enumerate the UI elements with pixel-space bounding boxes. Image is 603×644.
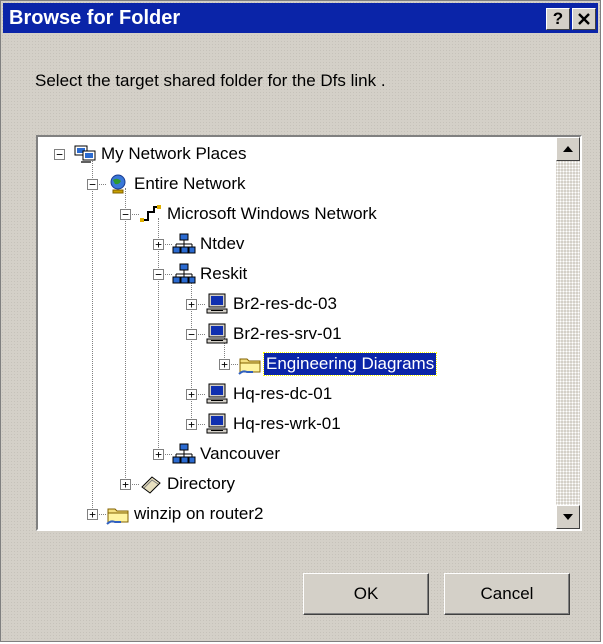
tree-item-label: Vancouver — [200, 444, 281, 463]
expand-icon[interactable]: + — [87, 509, 98, 520]
tree-item[interactable]: + Vancouver — [38, 443, 554, 471]
expand-icon[interactable]: + — [120, 479, 131, 490]
tree-item[interactable]: − Br2-res-srv-01 — [38, 323, 554, 351]
close-icon — [578, 13, 590, 25]
browse-for-folder-dialog: Browse for Folder ? Select the target sh… — [0, 0, 601, 642]
shared-folder-icon — [106, 503, 130, 525]
tree-item-label: Hq-res-wrk-01 — [233, 414, 341, 433]
down-arrow-icon — [563, 514, 573, 520]
vertical-scrollbar[interactable] — [556, 137, 580, 529]
folder-tree[interactable]: − My Network Places − Entire Network − Micros… — [36, 135, 582, 531]
expand-icon[interactable]: + — [153, 449, 164, 460]
collapse-icon[interactable]: − — [54, 149, 65, 160]
computer-icon — [205, 323, 229, 345]
network-icon — [139, 203, 163, 225]
close-button[interactable] — [572, 8, 596, 30]
tree-item[interactable]: + Engineering Diagrams — [38, 352, 554, 381]
tree-item-label: Directory — [167, 474, 236, 493]
title-bar[interactable]: Browse for Folder ? — [3, 3, 598, 33]
scroll-down-button[interactable] — [556, 505, 580, 529]
tree-item-label: Br2-res-srv-01 — [233, 324, 342, 343]
tree-item[interactable]: − Microsoft Windows Network — [38, 203, 554, 231]
instruction-text: Select the target shared folder for the … — [35, 71, 386, 90]
tree-item[interactable]: + Ntdev — [38, 233, 554, 261]
tree-item[interactable]: + winzip on router2 — [38, 503, 554, 529]
globe-icon — [106, 173, 130, 195]
domain-icon — [172, 443, 196, 465]
shared-folder-icon — [238, 353, 262, 375]
computer-icon — [205, 383, 229, 405]
window-title: Browse for Folder — [9, 7, 181, 29]
tree-item[interactable]: + Br2-res-dc-03 — [38, 293, 554, 321]
tree-view: − My Network Places − Entire Network − Micros… — [38, 137, 554, 529]
tree-item-label: Hq-res-dc-01 — [233, 384, 333, 403]
tree-item-label: winzip on router2 — [134, 504, 264, 523]
collapse-icon[interactable]: − — [153, 269, 164, 280]
tree-item-label: Reskit — [200, 264, 248, 283]
tree-item-label: Ntdev — [200, 234, 245, 253]
expand-icon[interactable]: + — [186, 389, 197, 400]
tree-item-label: Entire Network — [134, 174, 246, 193]
expand-icon[interactable]: + — [186, 419, 197, 430]
tree-item[interactable]: + Hq-res-wrk-01 — [38, 413, 554, 441]
up-arrow-icon — [563, 146, 573, 152]
domain-icon — [172, 233, 196, 255]
ok-button[interactable]: OK — [303, 573, 429, 615]
cancel-button[interactable]: Cancel — [444, 573, 570, 615]
network-places-icon — [73, 143, 97, 165]
tree-item-label: My Network Places — [101, 144, 247, 163]
tree-item[interactable]: + Hq-res-dc-01 — [38, 383, 554, 411]
collapse-icon[interactable]: − — [87, 179, 98, 190]
tree-item-label: Microsoft Windows Network — [167, 204, 377, 223]
tree-item[interactable]: − Reskit — [38, 263, 554, 291]
help-button[interactable]: ? — [546, 8, 570, 30]
tree-item[interactable]: + Directory — [38, 473, 554, 501]
expand-icon[interactable]: + — [219, 359, 230, 370]
expand-icon[interactable]: + — [153, 239, 164, 250]
tree-item[interactable]: − Entire Network — [38, 173, 554, 201]
collapse-icon[interactable]: − — [120, 209, 131, 220]
tree-item[interactable]: − My Network Places — [38, 143, 554, 171]
scroll-up-button[interactable] — [556, 137, 580, 161]
computer-icon — [205, 413, 229, 435]
directory-icon — [139, 473, 163, 495]
computer-icon — [205, 293, 229, 315]
collapse-icon[interactable]: − — [186, 329, 197, 340]
tree-item-label: Br2-res-dc-03 — [233, 294, 337, 313]
domain-icon — [172, 263, 196, 285]
expand-icon[interactable]: + — [186, 299, 197, 310]
tree-item-label: Engineering Diagrams — [262, 352, 438, 376]
